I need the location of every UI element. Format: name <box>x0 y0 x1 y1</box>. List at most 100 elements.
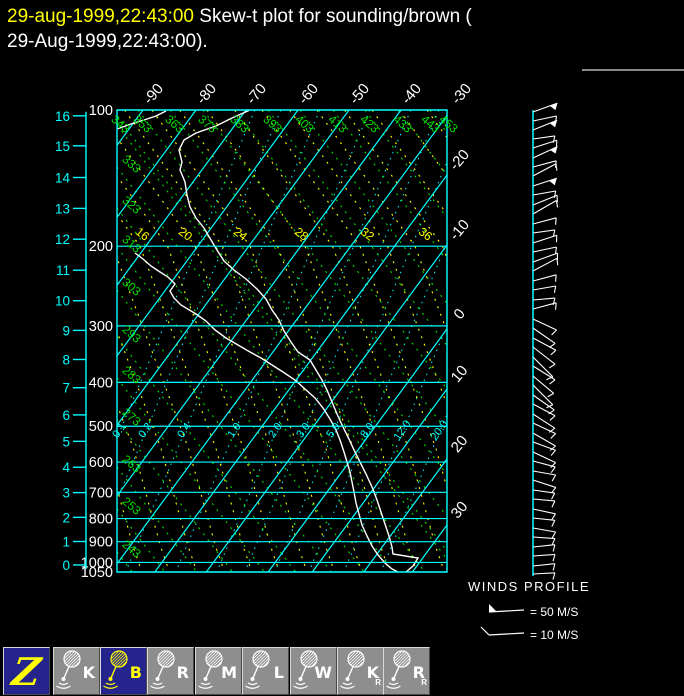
toolbar-button-b[interactable]: B <box>100 647 147 695</box>
title-description: Skew-t plot for sounding/brown ( <box>194 6 472 27</box>
pressure-label: 700 <box>89 485 113 501</box>
mixing-ratio-line <box>244 110 440 572</box>
toolbar: ZKBRMLWKRRR <box>0 646 684 696</box>
wind-barb-tick <box>552 554 556 562</box>
height-label: 14 <box>55 171 71 186</box>
pressure-label: 900 <box>89 535 113 551</box>
skewt-window: 29-aug-1999,22:43:00 Skew-t plot for sou… <box>0 0 684 696</box>
wind-barb-tick <box>551 492 556 500</box>
plot-frame <box>116 109 448 573</box>
height-label: 2 <box>62 510 70 525</box>
mixing-ratio-line <box>308 241 447 572</box>
height-label: 0 <box>62 558 70 573</box>
wind-barb <box>532 327 556 344</box>
moist-adiabat <box>117 175 281 572</box>
toolbar-button-w[interactable]: W <box>290 647 337 695</box>
wind-barb-tick <box>551 500 556 508</box>
wind-barb-tick <box>555 163 558 171</box>
skewt-plot: 1002003004005006007008009001000105001234… <box>0 80 684 642</box>
wind-barb-tick <box>550 349 557 356</box>
mixing-ratio-label: 0.1 <box>110 421 129 440</box>
dry-adiabat <box>117 336 297 572</box>
wind-barb <box>532 460 556 468</box>
toolbar-button-r[interactable]: R <box>147 647 194 695</box>
wind-barb <box>532 234 557 244</box>
dry-adiabat <box>462 110 684 572</box>
wind-barb <box>532 115 557 122</box>
dry-adiabat <box>117 466 198 572</box>
moist-adiabat <box>179 110 391 572</box>
dry-adiabat <box>429 110 447 134</box>
height-label: 7 <box>62 381 70 396</box>
wind-barb <box>532 229 555 234</box>
winds-profile-title: WINDS PROFILE <box>468 579 590 594</box>
pressure-label: 500 <box>89 419 113 435</box>
pressure-label: 300 <box>89 319 113 335</box>
mixing-ratio-label: 0.4 <box>175 421 194 440</box>
isotherm-right-label: -20 <box>446 146 473 174</box>
wind-barb <box>532 252 558 263</box>
wind-barb-tick <box>555 217 557 225</box>
wind-barb-tick <box>548 363 556 369</box>
dry-adiabat <box>364 110 447 219</box>
toolbar-button-letter: K <box>82 663 95 682</box>
wind-barb <box>532 246 557 253</box>
wind-barb <box>532 297 555 301</box>
dry-adiabat <box>117 124 447 561</box>
moist-adiabat <box>399 110 447 177</box>
mixing-ratio-line <box>380 413 447 572</box>
height-label: 16 <box>55 109 70 124</box>
mixing-ratio-label: 0.2 <box>136 421 155 440</box>
height-label: 13 <box>55 201 70 216</box>
legend-shaft <box>488 632 525 636</box>
wind-barb-tick <box>547 392 554 398</box>
moist-adiabat <box>117 329 198 572</box>
toolbar-button-letter: W <box>314 663 332 682</box>
moist-adiabat <box>0 110 87 572</box>
dry-adiabat-label: 363 <box>162 112 187 136</box>
moist-adiabat-label: 36 <box>416 224 435 243</box>
wind-barb-tick <box>549 379 556 385</box>
moist-adiabat <box>117 213 253 572</box>
toolbar-button-letter: L <box>273 663 284 682</box>
legend-full-barb-icon <box>480 626 490 636</box>
legend-label: = 50 M/S <box>530 605 578 619</box>
isotherm-top-label: -90 <box>140 80 167 108</box>
dry-adiabat <box>397 110 447 176</box>
pressure-label: 200 <box>89 239 113 255</box>
zebra-logo-icon: Z <box>9 648 44 694</box>
dry-adiabat-label: 383 <box>227 112 252 136</box>
wind-barb <box>532 302 557 310</box>
pressure-label: 100 <box>89 103 113 119</box>
toolbar-button-m[interactable]: M <box>195 647 242 695</box>
moist-adiabat <box>316 110 447 333</box>
dry-adiabat-label: 283 <box>119 363 144 387</box>
isotherm-top-label: -70 <box>243 80 270 108</box>
toolbar-button-subscript: R <box>421 678 427 687</box>
toolbar-button-r-r[interactable]: RR <box>383 647 430 695</box>
wind-flag <box>550 146 558 154</box>
pressure-label: 800 <box>89 512 113 528</box>
toolbar-button-z-logo[interactable]: Z <box>3 647 50 695</box>
title-timestamp: 29-aug-1999,22:43:00 <box>7 6 194 27</box>
dry-adiabat <box>332 110 447 261</box>
toolbar-button-k-r[interactable]: KR <box>337 647 384 695</box>
isotherm-top-label: -60 <box>295 80 322 108</box>
mixing-ratio-label: 8.0 <box>358 421 377 440</box>
moist-adiabat <box>261 110 447 491</box>
wind-barb <box>532 139 557 149</box>
moist-adiabat <box>117 403 171 572</box>
wind-barb <box>532 274 557 282</box>
wind-barb-tick <box>551 520 556 527</box>
wind-barb <box>532 285 556 291</box>
dry-adiabat-label: 303 <box>119 275 144 299</box>
height-label: 4 <box>62 460 70 475</box>
dry-adiabat <box>117 166 426 572</box>
toolbar-button-l[interactable]: L <box>242 647 289 695</box>
plot-interior <box>0 110 684 572</box>
isotherm-top-label: -40 <box>398 80 425 108</box>
toolbar-button-k[interactable]: K <box>53 647 100 695</box>
height-label: 8 <box>62 352 70 367</box>
legend-flag-icon <box>489 604 497 612</box>
height-label: 11 <box>56 263 70 278</box>
